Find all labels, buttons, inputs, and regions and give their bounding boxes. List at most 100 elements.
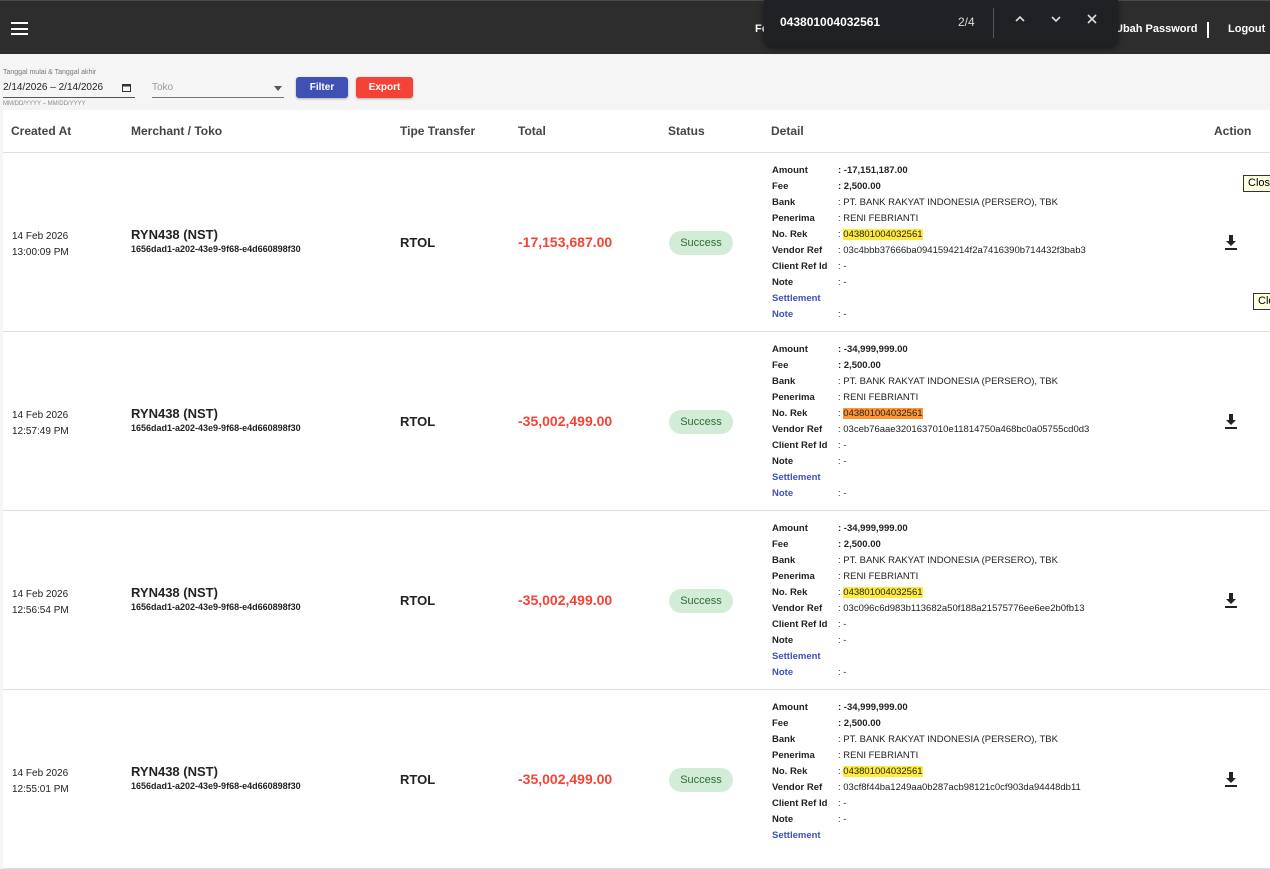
detail-fee: : 2,500.00 xyxy=(838,539,881,550)
detail-cell: Amount: -34,999,999.00 Fee: 2,500.00 Ban… xyxy=(772,342,1089,502)
total-cell: -17,153,687.00 xyxy=(518,234,613,250)
table-row: 14 Feb 2026 12:55:01 PM RYN438 (NST) 165… xyxy=(3,690,1270,869)
merchant-name: RYN438 (NST) xyxy=(131,227,218,242)
find-query-input[interactable]: 043801004032561 xyxy=(780,15,880,29)
detail-vendor-ref: : 03c4bbb37666ba0941594214f2a7416390b714… xyxy=(838,245,1086,256)
created-at-cell: 14 Feb 2026 12:55:01 PM xyxy=(12,766,69,798)
detail-key-note: Note xyxy=(772,277,794,288)
detail-cell: Amount : -34,999,999.00 Fee : 2,500.00 Ban… xyxy=(772,700,1081,844)
toko-placeholder: Toko xyxy=(152,82,174,93)
find-next-chevron-down-icon[interactable] xyxy=(1046,12,1066,32)
detail-key-settlement: Settlement xyxy=(772,651,821,662)
detail-key-bank: Bank xyxy=(772,376,796,387)
detail-key-no-rek: No. Rek xyxy=(772,229,808,240)
detail-penerima: : RENI FEBRIANTI xyxy=(838,750,919,761)
detail-key-client-ref: Client Ref Id xyxy=(772,798,828,809)
transactions-table: Created At Merchant / Toko Tipe Transfer… xyxy=(3,110,1270,869)
merchant-cell: RYN438 (NST) 1656dad1-a202-43e9-9f68-e4d… xyxy=(131,406,301,435)
detail-key-amount: Amount xyxy=(772,702,808,713)
detail-amount: : -17,151,187.00 xyxy=(838,165,908,176)
nav-link-ubah-password[interactable]: Ubah Password xyxy=(1115,23,1198,35)
table-row: 14 Feb 2026 13:00:09 PM RYN438 (NST) 165… xyxy=(3,153,1270,332)
header-total: Total xyxy=(518,124,546,138)
status-badge: Success xyxy=(669,589,733,613)
detail-key-bank: Bank xyxy=(772,197,796,208)
tipe-transfer-cell: RTOL xyxy=(400,593,436,608)
created-at-cell: 14 Feb 2026 12:57:49 PM xyxy=(12,408,69,440)
detail-key-note: Note xyxy=(772,814,794,825)
header-action: Action xyxy=(1214,124,1252,138)
created-time: 12:56:54 PM xyxy=(12,605,69,616)
detail-key-bank: Bank xyxy=(772,734,796,745)
dropdown-caret-icon xyxy=(274,86,282,91)
merchant-cell: RYN438 (NST) 1656dad1-a202-43e9-9f68-e4d… xyxy=(131,585,301,614)
detail-fee: : 2,500.00 xyxy=(838,181,881,192)
find-previous-chevron-up-icon[interactable] xyxy=(1010,12,1030,32)
hamburger-menu-icon[interactable] xyxy=(11,22,28,35)
download-icon[interactable] xyxy=(1223,233,1239,251)
status-badge: Success xyxy=(669,231,733,255)
detail-client-ref: : - xyxy=(838,619,847,630)
merchant-name: RYN438 (NST) xyxy=(131,406,218,421)
total-cell: -35,002,499.00 xyxy=(518,771,613,787)
detail-key-penerima: Penerima xyxy=(772,571,815,582)
created-at-cell: 14 Feb 2026 12:56:54 PM xyxy=(12,587,69,619)
detail-no-rek-highlight: 043801004032561 xyxy=(843,408,923,419)
total-cell: -35,002,499.00 xyxy=(518,592,613,608)
header-status: Status xyxy=(668,124,705,138)
download-icon[interactable] xyxy=(1223,412,1239,430)
find-close-icon[interactable] xyxy=(1082,12,1102,32)
date-range-value: 2/14/2026 – 2/14/2026 xyxy=(3,82,104,93)
created-date: 14 Feb 2026 xyxy=(12,231,69,242)
detail-no-rek-highlight: 043801004032561 xyxy=(843,766,923,777)
detail-penerima: : RENI FEBRIANTI xyxy=(838,392,919,403)
created-time: 12:55:01 PM xyxy=(12,784,69,795)
filter-bar: Tanggal mulai & Tanggal akhir 2/14/2026 … xyxy=(0,60,1270,110)
detail-key-note: Note xyxy=(772,456,794,467)
detail-key-amount: Amount xyxy=(772,523,808,534)
detail-client-ref: : - xyxy=(838,440,847,451)
date-range-input[interactable]: 2/14/2026 – 2/14/2026 xyxy=(3,82,135,98)
tipe-transfer-cell: RTOL xyxy=(400,772,436,787)
created-at-cell: 14 Feb 2026 13:00:09 PM xyxy=(12,229,69,261)
detail-penerima: : RENI FEBRIANTI xyxy=(838,571,919,582)
detail-key-client-ref: Client Ref Id xyxy=(772,440,828,451)
detail-penerima: : RENI FEBRIANTI xyxy=(838,213,919,224)
detail-amount: : -34,999,999.00 xyxy=(838,344,908,355)
detail-key-no-rek: No. Rek xyxy=(772,408,808,419)
find-match-count: 2/4 xyxy=(958,15,975,29)
merchant-id: 1656dad1-a202-43e9-9f68-e4d660898f30 xyxy=(131,781,301,791)
detail-key-client-ref: Client Ref Id xyxy=(772,261,828,272)
detail-key-vendor-ref: Vendor Ref xyxy=(772,782,823,793)
table-header: Created At Merchant / Toko Tipe Transfer… xyxy=(3,110,1270,153)
detail-key-fee: Fee xyxy=(772,718,789,729)
tipe-transfer-cell: RTOL xyxy=(400,414,436,429)
created-time: 12:57:49 PM xyxy=(12,426,69,437)
find-divider xyxy=(993,8,994,38)
filter-button[interactable]: Filter xyxy=(296,77,348,98)
detail-note: : - xyxy=(838,277,847,288)
merchant-id: 1656dad1-a202-43e9-9f68-e4d660898f30 xyxy=(131,244,301,254)
tipe-transfer-cell: RTOL xyxy=(400,235,436,250)
nav-link-logout[interactable]: Logout xyxy=(1228,23,1265,35)
calendar-icon[interactable] xyxy=(122,83,131,94)
detail-amount: : -34,999,999.00 xyxy=(838,702,908,713)
detail-key-settlement-note: Note xyxy=(772,488,794,499)
detail-bank: : PT. BANK RAKYAT INDONESIA (PERSERO), T… xyxy=(838,376,1058,387)
created-time: 13:00:09 PM xyxy=(12,247,69,258)
download-icon[interactable] xyxy=(1223,591,1239,609)
close-tooltip: Clos xyxy=(1243,175,1270,192)
status-badge: Success xyxy=(669,410,733,434)
export-button[interactable]: Export xyxy=(356,77,413,98)
merchant-name: RYN438 (NST) xyxy=(131,764,218,779)
toko-select[interactable]: Toko xyxy=(152,82,284,98)
detail-key-fee: Fee xyxy=(772,539,789,550)
detail-fee: : 2,500.00 xyxy=(838,718,881,729)
detail-bank: : PT. BANK RAKYAT INDONESIA (PERSERO), T… xyxy=(838,734,1058,745)
detail-key-settlement-note: Note xyxy=(772,667,794,678)
detail-amount: : -34,999,999.00 xyxy=(838,523,908,534)
close-tooltip: Clo xyxy=(1253,293,1270,310)
download-icon[interactable] xyxy=(1223,770,1239,788)
detail-settlement-note: : - xyxy=(838,488,847,499)
header-detail: Detail xyxy=(771,124,804,138)
